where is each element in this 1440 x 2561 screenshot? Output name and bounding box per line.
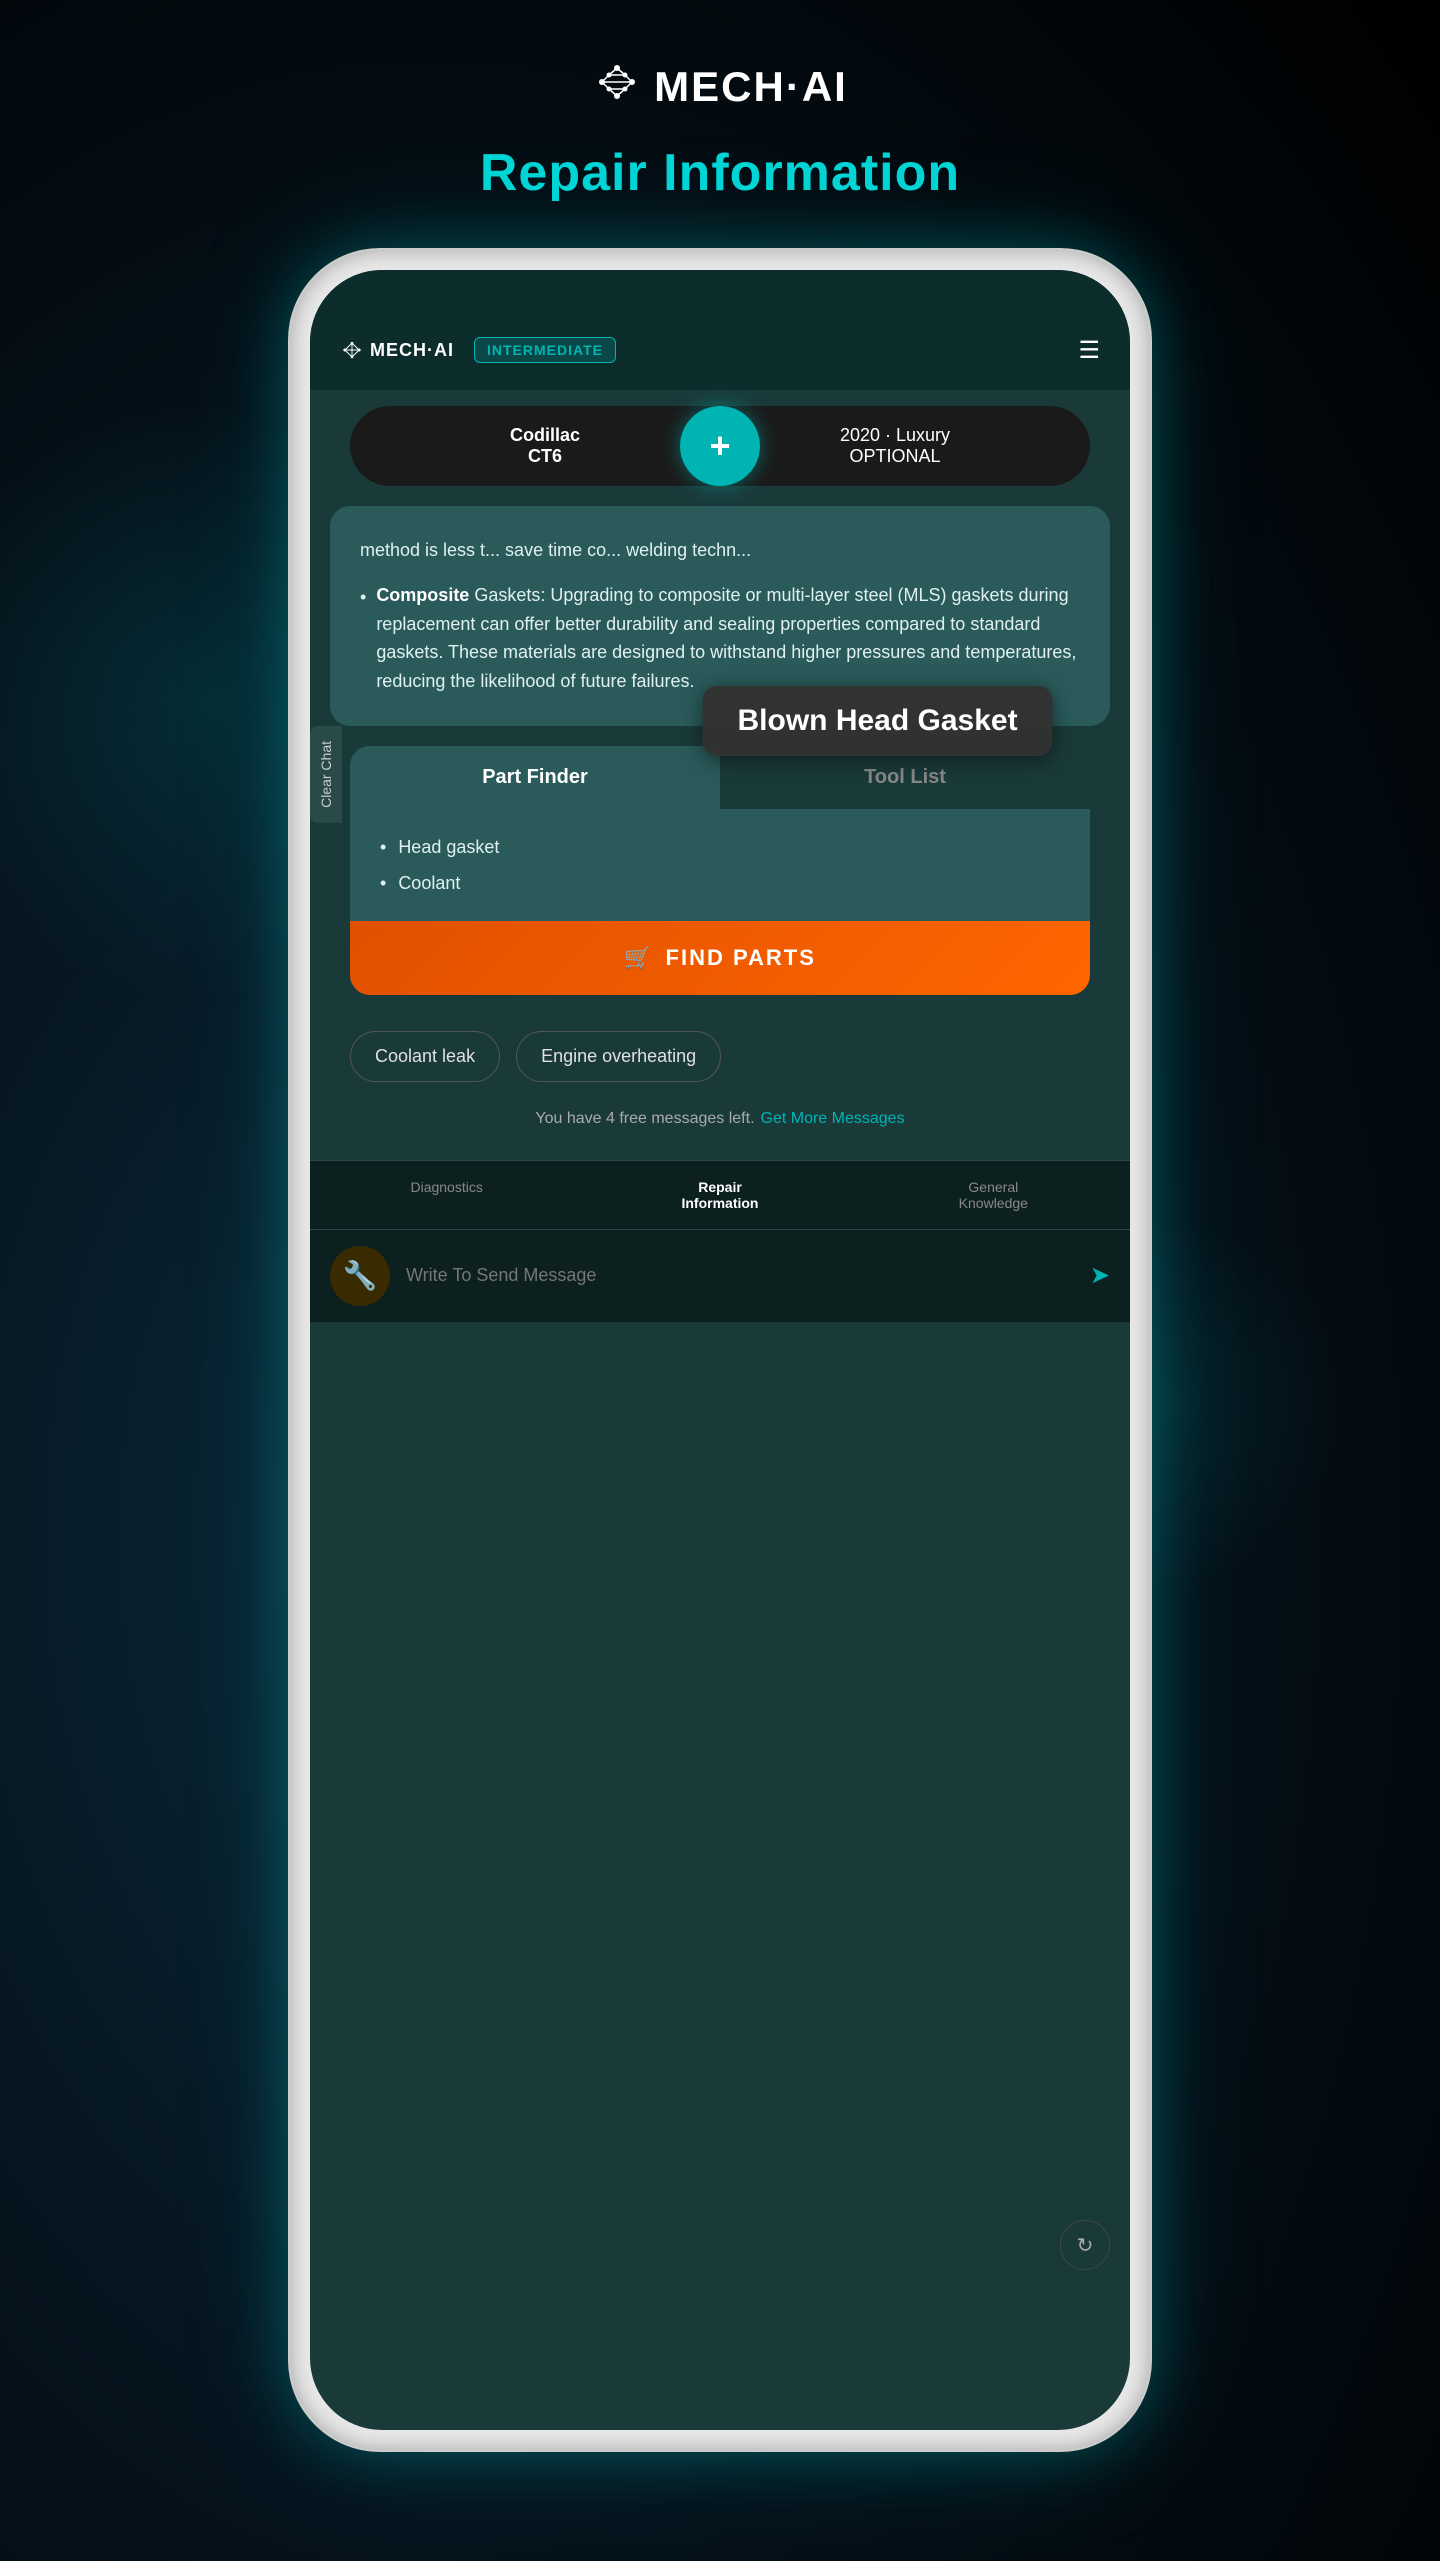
vehicle-right: 2020 · Luxury OPTIONAL xyxy=(720,425,1070,467)
obd-icon: 🔧 xyxy=(330,1246,390,1306)
bullet-dot: • xyxy=(360,583,366,696)
part-coolant: Coolant xyxy=(398,865,460,901)
input-bar: 🔧 ➤ xyxy=(310,1229,1130,1322)
nav-diagnostics[interactable]: Diagnostics xyxy=(310,1161,583,1229)
blown-head-gasket-tooltip: Blown Head Gasket xyxy=(702,686,1052,756)
parts-list: • Head gasket • Coolant xyxy=(350,809,1090,921)
message-count-text: You have 4 free messages left. xyxy=(535,1110,754,1128)
list-item: • Head gasket xyxy=(380,829,1060,865)
bottom-nav: Diagnostics RepairInformation GeneralKno… xyxy=(310,1160,1130,1229)
message-count-bar: You have 4 free messages left. Get More … xyxy=(330,1098,1110,1140)
tab-part-finder[interactable]: Part Finder xyxy=(350,746,720,809)
hamburger-menu[interactable]: ☰ xyxy=(1078,336,1100,365)
phone-frame: MECH·AI INTERMEDIATE ☰ Codillac CT6 + xyxy=(290,250,1150,2450)
phone-inner: MECH·AI INTERMEDIATE ☰ Codillac CT6 + xyxy=(310,270,1130,2430)
scrollable-content: Clear Chat Blown Head Gasket method is l… xyxy=(310,506,1130,2430)
phone-content: MECH·AI INTERMEDIATE ☰ Codillac CT6 + xyxy=(310,270,1130,2430)
logo-container: MECH·AI xyxy=(592,60,848,113)
nav-badge: INTERMEDIATE xyxy=(474,337,616,363)
cart-icon: 🛒 xyxy=(624,945,653,971)
message-input[interactable] xyxy=(406,1265,1074,1286)
bold-composite: Composite xyxy=(376,585,469,605)
suggestion-chips: Coolant leak Engine overheating xyxy=(330,1015,1110,1098)
find-parts-button[interactable]: 🛒 FIND PARTS xyxy=(350,921,1090,995)
vehicle-model: CT6 xyxy=(370,446,720,467)
page-title: Repair Information xyxy=(480,143,960,203)
vehicle-left: Codillac CT6 xyxy=(370,425,720,467)
chip-engine-overheating[interactable]: Engine overheating xyxy=(516,1031,721,1082)
gaskets-label: Gaskets: xyxy=(469,585,545,605)
part-head-gasket: Head gasket xyxy=(398,829,499,865)
clear-chat-button[interactable]: Clear Chat xyxy=(310,726,342,823)
bullet-content: Composite Gaskets: Upgrading to composit… xyxy=(376,581,1080,696)
app-header: MECH·AI Repair Information xyxy=(0,0,1440,263)
bullet-point: • Composite Gaskets: Upgrading to compos… xyxy=(360,581,1080,696)
nav-repair-information[interactable]: RepairInformation xyxy=(583,1161,856,1229)
plus-icon: + xyxy=(709,425,730,467)
nav-general-knowledge[interactable]: GeneralKnowledge xyxy=(857,1161,1130,1229)
nav-logo: MECH·AI xyxy=(340,339,454,361)
bullet-2: • xyxy=(380,865,386,901)
add-vehicle-button[interactable]: + xyxy=(680,406,760,486)
chip-coolant-leak[interactable]: Coolant leak xyxy=(350,1031,500,1082)
vehicle-make: Codillac xyxy=(370,425,720,446)
list-item: • Coolant xyxy=(380,865,1060,901)
vehicle-trim: OPTIONAL xyxy=(720,446,1070,467)
chat-area: method is less t... save time co... weld… xyxy=(310,506,1130,1160)
app-logo-text: MECH·AI xyxy=(654,63,848,111)
bullet-1: • xyxy=(380,829,386,865)
vehicle-year: 2020 · Luxury xyxy=(720,425,1070,446)
logo-icon xyxy=(592,60,642,113)
message-truncated: method is less t... save time co... weld… xyxy=(360,536,1080,565)
vehicle-selector[interactable]: Codillac CT6 + 2020 · Luxury OPTIONAL xyxy=(350,406,1090,486)
get-more-messages-link[interactable]: Get More Messages xyxy=(761,1110,905,1128)
part-finder-card: Part Finder Tool List • Head gasket • Co… xyxy=(350,746,1090,995)
find-parts-label: FIND PARTS xyxy=(666,945,816,971)
app-nav: MECH·AI INTERMEDIATE ☰ xyxy=(310,310,1130,390)
send-button[interactable]: ➤ xyxy=(1090,1261,1110,1290)
refresh-button[interactable]: ↻ xyxy=(1060,2220,1110,2270)
status-bar xyxy=(310,270,1130,310)
